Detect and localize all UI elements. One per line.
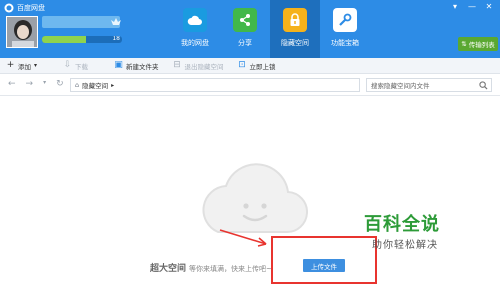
new-folder-button[interactable]: ▣ 新建文件夹 (114, 60, 159, 71)
app-name: 百度网盘 (17, 4, 45, 12)
avatar[interactable] (6, 16, 38, 48)
search-icon[interactable] (479, 81, 488, 90)
exit-hidden-space-button[interactable]: ⊟ 退出隐藏空间 (173, 60, 224, 71)
folder-plus-icon: ▣ (114, 60, 123, 70)
baidu-netdisk-logo-icon (4, 3, 14, 13)
new-folder-label: 新建文件夹 (126, 62, 159, 71)
title-bar: 百度网盘 ▾ — ✕ 18 我的网盘 分享 隐藏空间 功能宝箱 ⇅ 传输列表 (0, 0, 500, 58)
plus-icon: + (6, 60, 15, 70)
transfer-icon: ⇅ (461, 40, 467, 48)
storage-quota-fill (42, 36, 86, 43)
window-controls: ▾ — ✕ (448, 2, 496, 12)
add-label: 添加 (18, 62, 31, 71)
menu-dropdown-icon[interactable]: ▾ (448, 2, 462, 12)
tools-icon (333, 8, 357, 32)
add-button[interactable]: + 添加 ▾ (6, 61, 37, 71)
nav-label: 隐藏空间 (281, 39, 309, 47)
lock-small-icon: ⊡ (238, 60, 246, 70)
app-title: 百度网盘 (4, 2, 45, 14)
address-bar: ← → ▾ ↻ ⌂ 隐藏空间 ▸ 搜索隐藏空间内文件 (0, 74, 500, 96)
annotation-arrow-icon (219, 229, 267, 247)
nav-label: 我的网盘 (181, 39, 209, 47)
forward-arrow-icon[interactable]: → (26, 79, 34, 89)
toolbar: + 添加 ▾ ⇩ 下载 ▣ 新建文件夹 ⊟ 退出隐藏空间 ⊡ 立即上锁 (0, 58, 500, 74)
cloud-icon (183, 8, 207, 32)
search-placeholder: 搜索隐藏空间内文件 (371, 82, 430, 90)
breadcrumb[interactable]: ⌂ 隐藏空间 ▸ (70, 78, 360, 92)
transfer-list-button[interactable]: ⇅ 传输列表 (458, 37, 498, 51)
empty-state-subtitle: 等你来填满，快来上传吧~ (189, 265, 272, 273)
download-button[interactable]: ⇩ 下载 (63, 61, 88, 71)
storage-quota-bar: 18 (42, 36, 122, 43)
chevron-right-icon: ▸ (111, 81, 115, 89)
chevron-down-icon[interactable]: ▾ (43, 79, 46, 89)
nav-tools[interactable]: 功能宝箱 (320, 0, 370, 58)
history-nav: ← → ▾ ↻ (8, 79, 64, 89)
lock-now-label: 立即上锁 (249, 62, 276, 71)
storage-quota-text: 18 (112, 36, 120, 42)
nav-my-netdisk[interactable]: 我的网盘 (170, 0, 220, 58)
empty-state-text: 超大空间 等你来填满，快来上传吧~ (150, 261, 272, 274)
empty-state-title: 超大空间 (150, 264, 187, 274)
main-nav: 我的网盘 分享 隐藏空间 功能宝箱 (170, 0, 370, 58)
nav-label: 分享 (238, 39, 252, 47)
watermark-subtitle: 助你轻松解决 (372, 240, 438, 251)
chevron-down-icon: ▾ (34, 62, 38, 69)
annotation-highlight-box (271, 236, 377, 284)
download-icon: ⇩ (63, 60, 72, 70)
nav-label: 功能宝箱 (331, 39, 359, 47)
exit-hidden-label: 退出隐藏空间 (184, 62, 224, 71)
transfer-label: 传输列表 (468, 41, 495, 49)
nav-hidden-space[interactable]: 隐藏空间 (270, 0, 320, 58)
username[interactable] (42, 16, 120, 28)
lock-icon (283, 8, 307, 32)
search-input[interactable]: 搜索隐藏空间内文件 (366, 78, 492, 92)
home-icon: ⌂ (75, 81, 80, 89)
share-icon (233, 8, 257, 32)
watermark-title: 百科全说 (364, 214, 440, 235)
minimize-icon[interactable]: — (465, 2, 479, 12)
lock-now-button[interactable]: ⊡ 立即上锁 (238, 60, 276, 71)
close-icon[interactable]: ✕ (482, 2, 496, 12)
nav-share[interactable]: 分享 (220, 0, 270, 58)
refresh-icon[interactable]: ↻ (56, 79, 64, 89)
exit-icon: ⊟ (173, 60, 181, 70)
avatar-photo (7, 17, 37, 47)
back-arrow-icon[interactable]: ← (8, 79, 16, 89)
vip-badge-icon (111, 18, 121, 25)
download-label: 下载 (75, 62, 89, 71)
breadcrumb-item[interactable]: 隐藏空间 (82, 80, 108, 90)
